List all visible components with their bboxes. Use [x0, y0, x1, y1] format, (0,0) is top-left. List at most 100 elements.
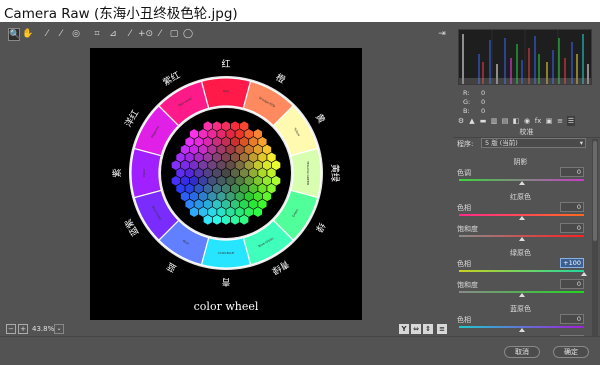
view-mode-button[interactable]: ≡ — [437, 324, 447, 334]
slider-label: 色相 — [457, 260, 471, 268]
slider-value-field[interactable]: 0 — [560, 314, 584, 324]
slider-value-field[interactable]: 0 — [560, 167, 584, 177]
slider-label: 色相 — [457, 316, 471, 324]
zoom-in-button[interactable]: + — [18, 324, 28, 334]
slider-value-field[interactable]: 0 — [560, 223, 584, 233]
red-eye-icon[interactable]: +⊙ — [138, 28, 153, 41]
panel-tab[interactable]: ▣ — [545, 116, 553, 126]
hex-cell — [203, 214, 213, 226]
hue-label: 绿 — [313, 221, 328, 235]
color-wheel-graphic: Red红Orange-RED橙Yellow黄YELLOW-GREEN 黄绿Gree… — [112, 58, 341, 313]
hex-cell — [212, 214, 222, 226]
preview-image: Red 红 Orange-RED 橙 Yellow 黄 YELLOW-GREEN 黄绿 Gree… — [90, 48, 362, 320]
wheel-caption: color wheel — [194, 300, 259, 313]
preview-bottom-bar: − + 43.8% ⌄ Y ⇔ ⇕ ≡ — [0, 322, 452, 336]
slider-label: 饱和度 — [457, 281, 478, 289]
panel-tab[interactable]: ☰ — [567, 116, 575, 126]
slider-thumb[interactable] — [518, 293, 525, 297]
segment-label: YELLOW-GREEN — [306, 161, 310, 185]
hue-label: 黄绿 — [329, 164, 341, 182]
targeted-adjustment-icon[interactable]: ◎ — [70, 28, 82, 41]
hue-label: 红 — [221, 58, 230, 70]
panel-tab[interactable]: ◧ — [512, 116, 520, 126]
b-value: 0 — [481, 107, 486, 115]
cancel-button[interactable]: 取消 — [504, 346, 540, 358]
view-mode-button[interactable]: Y — [399, 324, 409, 334]
slider-label: 色相 — [457, 204, 471, 212]
adjustment-brush-icon[interactable]: ⁄ — [154, 28, 166, 41]
panel-tab[interactable]: ≡ — [556, 116, 564, 126]
panel-tab[interactable]: ▤ — [501, 116, 509, 126]
wheel-segment — [200, 77, 252, 110]
zoom-icon[interactable]: 🔍 — [8, 28, 20, 41]
dialog-footer: 取消 确定 — [0, 336, 600, 365]
wheel-segment — [130, 147, 163, 199]
window-titlebar: Camera Raw (东海小丑终极色轮.jpg) — [0, 0, 600, 22]
panel-tab[interactable]: ▬ — [479, 116, 487, 126]
section-title: 阴影 — [513, 158, 528, 166]
hue-label: 紫 — [112, 168, 123, 177]
hue-label: 紫红 — [161, 69, 183, 88]
section-title: 红原色 — [510, 193, 531, 201]
zoom-dropdown-button[interactable]: ⌄ — [54, 324, 64, 334]
panel-tab[interactable]: ▥ — [490, 116, 498, 126]
spot-removal-icon[interactable]: ⁄ — [124, 28, 136, 41]
hand-icon[interactable]: ✋ — [22, 28, 34, 41]
hue-label: 黄 — [313, 112, 328, 126]
right-panel: R: 0 G: 0 B: 0 ⚙ ▲ ▬ ▥ ▤ ◧ ◉ fx ▣ ≡ ☰ 校准 程序: 5 版 (当前)… — [453, 27, 600, 353]
r-value: 0 — [481, 89, 486, 97]
g-value: 0 — [481, 98, 486, 106]
preferences-icon[interactable]: ⇥ — [436, 28, 448, 41]
crop-icon[interactable]: ⌗ — [91, 28, 103, 41]
hue-label: 蓝 — [165, 260, 179, 275]
histogram-baseline — [459, 78, 591, 84]
segment-label: Red — [223, 89, 229, 93]
hue-label: 蓝紫 — [122, 217, 141, 239]
segment-label: Violet — [142, 168, 146, 177]
hue-label: 橙 — [274, 71, 288, 86]
white-balance-icon[interactable]: ⁄ — [41, 28, 53, 41]
hex-cell — [189, 206, 199, 218]
view-mode-button[interactable]: ⇕ — [423, 324, 433, 334]
section-title: 蓝原色 — [510, 305, 531, 313]
panel-tab[interactable]: ◉ — [523, 116, 531, 126]
slider-label: 饱和度 — [457, 225, 478, 233]
slider-track[interactable] — [459, 270, 584, 272]
process-label: 程序: — [457, 140, 474, 148]
view-mode-button[interactable]: ⇔ — [411, 324, 421, 334]
hue-label: 洋红 — [122, 108, 141, 130]
straighten-icon[interactable]: ⊿ — [107, 28, 119, 41]
section-title: 绿原色 — [510, 249, 531, 257]
slider-value-field[interactable]: 0 — [560, 279, 584, 289]
graduated-filter-icon[interactable]: ▢ — [168, 28, 180, 41]
slider-thumb[interactable] — [581, 272, 587, 276]
zoom-out-button[interactable]: − — [6, 324, 16, 334]
slider-value-field[interactable]: 0 — [560, 202, 584, 212]
chevron-down-icon: ▾ — [579, 139, 583, 147]
hex-cell — [221, 214, 231, 226]
panel-tab[interactable]: ⚙ — [457, 116, 465, 126]
radial-filter-icon[interactable]: ◯ — [182, 28, 194, 41]
hex-cell — [230, 214, 240, 226]
tool-bar: 🔍 ✋ ⁄ ⁄ ◎ ⌗ ⊿ ⁄ +⊙ ⁄ ▢ ◯ ⇥ — [0, 27, 452, 43]
slider-thumb[interactable] — [518, 237, 525, 241]
hue-label: 青 — [221, 276, 230, 288]
slider-thumb[interactable] — [518, 181, 525, 185]
panel-tab[interactable]: fx — [534, 116, 542, 126]
zoom-level: 43.8% — [32, 325, 55, 333]
panel-title: 校准 — [453, 127, 600, 138]
hex-cell — [239, 214, 249, 226]
histogram — [458, 29, 592, 85]
ok-button[interactable]: 确定 — [553, 346, 589, 358]
color-sampler-icon[interactable]: ⁄ — [55, 28, 67, 41]
histogram-graph — [459, 30, 591, 84]
panel-scrollbar[interactable] — [592, 139, 598, 336]
process-select[interactable]: 5 版 (当前) ▾ — [481, 138, 586, 148]
hex-cell — [253, 206, 263, 218]
slider-thumb[interactable] — [518, 216, 525, 220]
panel-tab[interactable]: ▲ — [468, 116, 476, 126]
slider-thumb[interactable] — [518, 328, 525, 332]
window-title: Camera Raw (东海小丑终极色轮.jpg) — [4, 6, 238, 22]
slider-value-field[interactable]: +100 — [560, 258, 584, 268]
hue-label: 青绿 — [270, 258, 292, 277]
